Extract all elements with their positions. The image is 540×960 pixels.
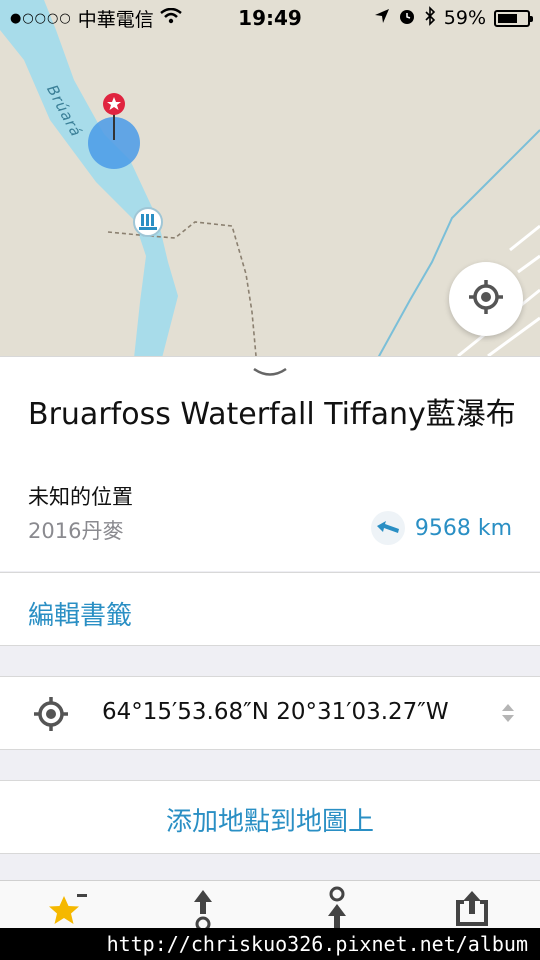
- coordinates-value: 64°15′53.68″N 20°31′03.27″W: [102, 699, 449, 725]
- place-title: Bruarfoss Waterfall Tiffany藍瀑布: [28, 397, 516, 432]
- carrier-name: 中華電信: [77, 8, 154, 31]
- battery-percentage: 59%: [443, 7, 486, 29]
- star-minus-icon: [46, 888, 90, 932]
- add-to-map-button[interactable]: 添加地點到地圖上: [0, 801, 540, 838]
- battery-icon: [494, 9, 533, 27]
- distance-indicator[interactable]: 9568 km: [370, 511, 512, 545]
- add-to-map-row[interactable]: 添加地點到地圖上: [0, 780, 540, 854]
- wifi-icon: [159, 7, 182, 29]
- river-shape: [0, 0, 178, 358]
- crosshair-icon: [467, 278, 505, 320]
- distance-value: 9568 km: [414, 515, 512, 541]
- alarm-icon: [398, 7, 416, 30]
- place-subtitle: 未知的位置: [28, 485, 133, 509]
- bluetooth-icon: [424, 5, 436, 31]
- target-icon: [32, 695, 70, 737]
- share-icon: [452, 888, 492, 932]
- coordinates-row[interactable]: 64°15′53.68″N 20°31′03.27″W: [0, 676, 540, 750]
- waterfall-icon[interactable]: [133, 207, 163, 237]
- route-from-icon: [188, 886, 218, 934]
- edit-bookmark-row[interactable]: 編輯書籤: [0, 572, 540, 646]
- direction-arrow-icon: [370, 511, 405, 545]
- place-card: Bruarfoss Waterfall Tiffany藍瀑布 未知的位置 201…: [0, 356, 540, 571]
- route-to-icon: [322, 886, 352, 934]
- watermark-url: http://chriskuo326.pixnet.net/album: [0, 928, 540, 960]
- trail-line: [107, 221, 257, 357]
- status-bar: ●○○○○ 中華電信 19:49 59%: [0, 0, 540, 36]
- location-arrow-icon: [374, 7, 390, 29]
- edit-bookmark-button[interactable]: 編輯書籤: [28, 595, 132, 632]
- bookmark-folder: 2016丹麥: [28, 519, 124, 543]
- signal-strength-icon: ●○○○○: [10, 10, 72, 26]
- format-toggle-icon[interactable]: [500, 701, 516, 729]
- collapse-handle-icon[interactable]: [252, 365, 288, 384]
- locate-me-button[interactable]: [449, 262, 523, 336]
